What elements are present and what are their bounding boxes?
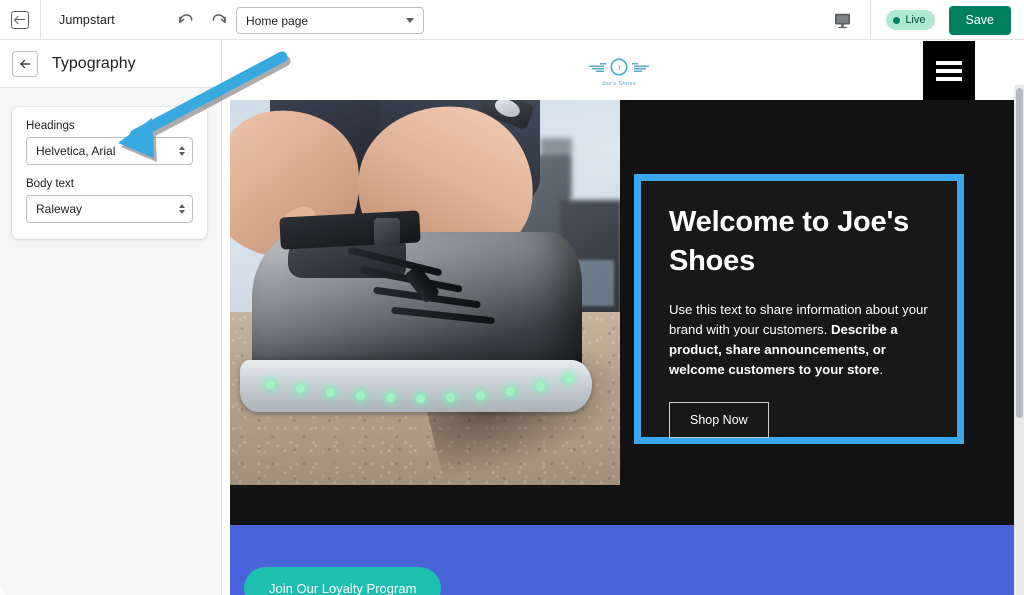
shop-now-button[interactable]: Shop Now: [669, 402, 769, 439]
body-text-field-label: Body text: [26, 178, 74, 190]
headings-font-value: Helvetica, Arial: [36, 144, 116, 158]
stepper-updown-icon: [179, 146, 185, 156]
save-button[interactable]: Save: [948, 5, 1011, 35]
preview-scrollbar-thumb[interactable]: [1016, 88, 1023, 418]
typography-settings-card: Headings Helvetica, Arial Body text Rale…: [12, 107, 207, 239]
page-select-value: Home page: [246, 13, 309, 28]
desktop-preview-icon: [835, 13, 851, 28]
winged-wheel-logo-icon: J: [589, 58, 649, 76]
site-logo[interactable]: J Joe's Shoes: [588, 54, 650, 87]
undo-icon: [178, 13, 192, 23]
sidebar-back-button[interactable]: [12, 51, 38, 77]
chevron-down-icon: [406, 18, 414, 23]
hamburger-menu-button[interactable]: [923, 41, 975, 100]
headings-font-select[interactable]: Helvetica, Arial: [26, 137, 193, 165]
top-toolbar-right: Live Save: [815, 0, 1024, 40]
exit-to-dashboard-icon: [11, 10, 29, 29]
sidebar-header: Typography: [0, 41, 221, 88]
headings-field-label: Headings: [26, 120, 75, 132]
hero-photo[interactable]: [230, 100, 620, 485]
sneaker: [240, 210, 592, 412]
theme-editor-app: Jumpstart Home page Live Save Typography…: [0, 0, 1024, 595]
loyalty-band-section: Join Our Loyalty Program BUY GNARLY SHOE…: [230, 525, 1024, 595]
redo-button[interactable]: [208, 9, 230, 31]
hero-heading: Welcome to Joe's Shoes: [669, 206, 910, 278]
exit-to-dashboard-button[interactable]: [0, 0, 41, 40]
settings-sidebar: Typography Headings Helvetica, Arial Bod…: [0, 41, 222, 595]
redo-icon: [212, 13, 226, 23]
preview-scrollbar[interactable]: [1014, 85, 1024, 595]
live-status-badge: Live: [886, 10, 935, 30]
page-title: Typography: [52, 55, 136, 72]
hero-text-block[interactable]: Welcome to Joe's Shoes Use this text to …: [634, 174, 964, 444]
stepper-updown-icon: [179, 204, 185, 214]
join-loyalty-program-button[interactable]: Join Our Loyalty Program: [244, 567, 442, 595]
live-dot-icon: [893, 16, 901, 24]
live-status-label: Live: [905, 14, 926, 26]
undo-button[interactable]: [174, 9, 196, 31]
site-header: J Joe's Shoes: [230, 41, 1024, 100]
body-text-font-value: Raleway: [36, 202, 83, 216]
svg-text:J: J: [618, 63, 621, 72]
hamburger-menu-icon: [936, 57, 962, 85]
site-logo-text: Joe's Shoes: [601, 81, 637, 87]
desktop-preview-button[interactable]: [815, 0, 872, 40]
arrow-left-icon: [20, 59, 31, 69]
top-toolbar: Jumpstart Home page Live Save: [0, 0, 1024, 40]
page-select[interactable]: Home page: [236, 7, 424, 34]
undo-redo-group: [174, 0, 230, 40]
hero-paragraph-plain-end: .: [879, 362, 884, 378]
app-title: Jumpstart: [59, 12, 115, 27]
site-preview: J Joe's Shoes Welcome to Joe's Shoes Use…: [223, 41, 1024, 595]
hero-paragraph: Use this text to share information about…: [669, 300, 929, 380]
body-text-font-select[interactable]: Raleway: [26, 195, 193, 223]
hero-section: Welcome to Joe's Shoes Use this text to …: [230, 100, 1024, 525]
